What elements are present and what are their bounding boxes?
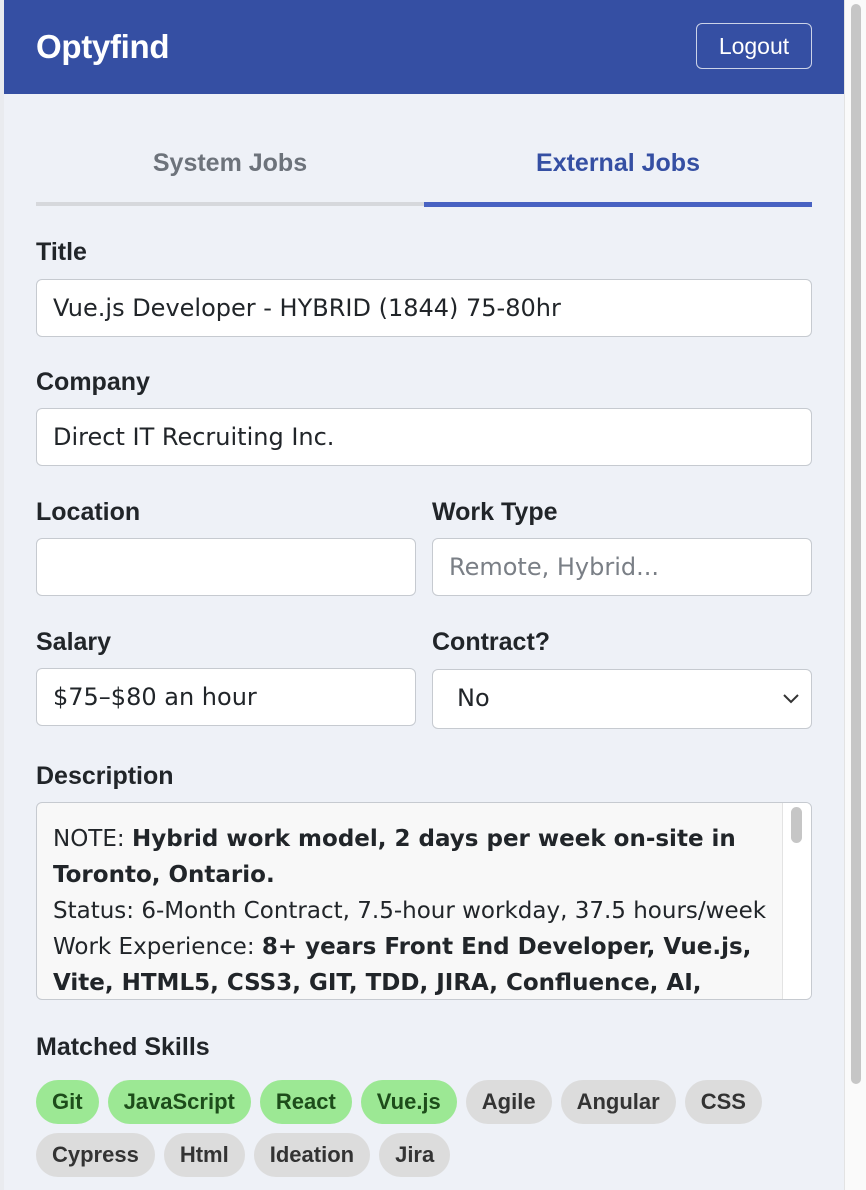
skill-chip-unmatched: Agile [465, 1080, 552, 1124]
salary-input[interactable] [36, 668, 416, 726]
description-scrollbar[interactable] [782, 803, 811, 999]
contract-select[interactable]: No [432, 669, 812, 729]
title-label: Title [36, 238, 87, 266]
skill-chip-matched: React [259, 1080, 352, 1124]
description-note-text: Hybrid work model, 2 days per week on-si… [53, 826, 736, 888]
contract-label: Contract? [432, 628, 551, 656]
brand-logo: Optyfind [36, 28, 170, 65]
work-type-input[interactable] [432, 538, 812, 596]
description-content: NOTE: Hybrid work model, 2 days per week… [53, 821, 773, 999]
description-scrollbar-thumb[interactable] [791, 807, 802, 843]
matched-skills-label: Matched Skills [36, 1033, 210, 1061]
location-label: Location [36, 498, 141, 526]
skill-chip-unmatched: Jira [379, 1133, 451, 1177]
skill-chip-matched: JavaScript [107, 1080, 251, 1124]
skill-chip-unmatched: CSS [684, 1080, 762, 1124]
company-input[interactable] [36, 408, 812, 466]
description-status: Status: 6-Month Contract, 7.5-hour workd… [53, 898, 767, 924]
skill-chip-matched: Vue.js [360, 1080, 457, 1124]
skills-list: Git JavaScript React Vue.js Agile Angular CSS C… [36, 1080, 826, 1186]
salary-label: Salary [36, 628, 112, 656]
tab-system-jobs[interactable]: System Jobs [36, 124, 424, 206]
page-scrollbar-thumb[interactable] [851, 4, 861, 1084]
skill-chip-unmatched: Cypress [36, 1133, 155, 1177]
chevron-down-icon [783, 694, 799, 704]
page-scrollbar[interactable] [844, 0, 866, 1190]
location-input[interactable] [36, 538, 416, 596]
app-frame: Optyfind Logout System Jobs External Job… [4, 0, 844, 1190]
description-note-prefix: NOTE: [53, 826, 132, 852]
work-type-label: Work Type [432, 498, 558, 526]
skill-chip-unmatched: Ideation [253, 1133, 371, 1177]
contract-select-value: No [457, 684, 490, 712]
title-input[interactable] [36, 279, 812, 337]
logout-button[interactable]: Logout [696, 23, 812, 69]
description-experience-prefix: Work Experience: [53, 934, 262, 960]
skill-chip-unmatched: Angular [560, 1080, 676, 1124]
company-label: Company [36, 368, 150, 396]
job-tabs: System Jobs External Jobs [36, 124, 812, 207]
app-header: Optyfind Logout [4, 0, 844, 94]
description-label: Description [36, 762, 174, 790]
skill-chip-matched: Git [36, 1080, 99, 1124]
tab-external-jobs[interactable]: External Jobs [424, 124, 812, 207]
description-textarea[interactable]: NOTE: Hybrid work model, 2 days per week… [36, 802, 812, 1000]
skill-chip-unmatched: Html [163, 1133, 245, 1177]
